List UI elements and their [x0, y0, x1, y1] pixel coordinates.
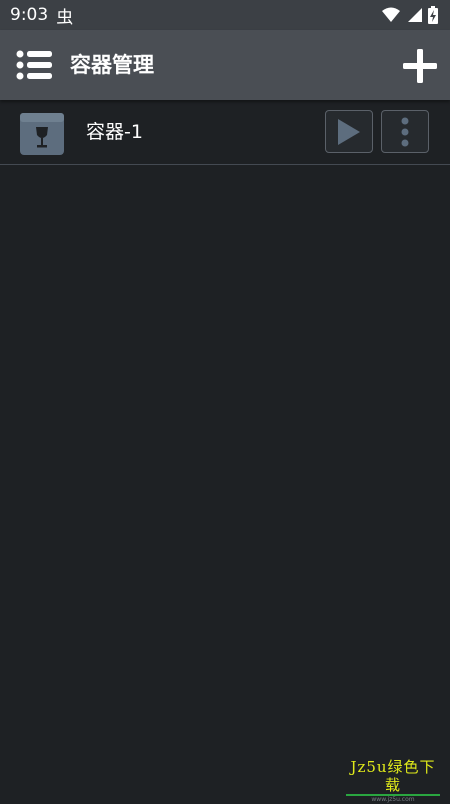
menu-button[interactable] [16, 50, 54, 80]
status-icons [382, 0, 438, 30]
status-bar: 9:03 虫 [0, 0, 450, 30]
wifi-icon [382, 7, 400, 22]
container-list: 容器-1 [0, 100, 450, 165]
watermark-logo: Jz5u绿色下载 www.jz5u.com [346, 758, 440, 803]
notification-icon: 虫 [56, 7, 74, 28]
watermark-text: Jz5u绿色下载 [346, 758, 440, 796]
watermark-subtext: www.jz5u.com [371, 796, 415, 803]
app-toolbar: 容器管理 [0, 30, 450, 100]
plus-icon [403, 49, 437, 83]
container-name: 容器-1 [86, 121, 143, 143]
run-container-button[interactable] [325, 110, 373, 153]
cell-signal-icon [408, 8, 422, 22]
wine-glass-container-icon [19, 110, 65, 156]
status-time: 9:03 [10, 5, 49, 25]
battery-charging-icon [428, 6, 438, 24]
list-menu-icon [16, 50, 52, 80]
add-container-button[interactable] [402, 48, 438, 84]
page-title: 容器管理 [70, 53, 154, 77]
container-menu-button[interactable] [381, 110, 429, 153]
more-vertical-icon [401, 117, 409, 146]
play-icon [338, 118, 360, 145]
container-row[interactable]: 容器-1 [0, 100, 450, 165]
